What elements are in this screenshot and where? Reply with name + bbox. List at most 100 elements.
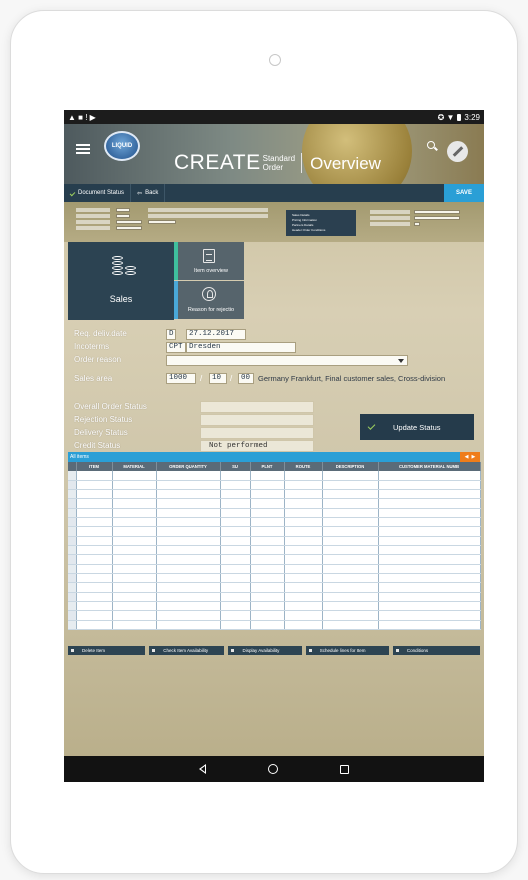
table-cell[interactable] [322,554,379,565]
table-cell[interactable] [250,564,285,574]
document-status-button[interactable]: Document Status [64,184,132,202]
table-cell[interactable] [322,573,379,584]
table-cell[interactable] [284,480,323,491]
row-selector[interactable] [68,517,77,528]
table-cell[interactable] [156,601,221,612]
table-cell[interactable] [284,508,323,519]
order-reason-select[interactable] [166,355,408,366]
table-row[interactable] [68,573,481,584]
table-cell[interactable] [250,480,285,491]
row-selector[interactable] [68,564,77,574]
table-cell[interactable] [220,620,251,630]
row-selector[interactable] [68,508,77,519]
table-cell[interactable] [76,610,113,621]
table-cell[interactable] [378,592,481,602]
table-cell[interactable] [284,545,323,556]
table-cell[interactable] [284,489,323,500]
table-cell[interactable] [220,489,251,500]
table-cell[interactable] [112,471,157,481]
col-order-quantity[interactable]: ORDER QUANTITY [156,462,221,471]
table-row[interactable] [68,620,481,630]
distribution-channel-field[interactable]: 10 [209,373,227,384]
table-cell[interactable] [284,601,323,612]
table-cell[interactable] [322,564,379,574]
table-cell[interactable] [112,489,157,500]
table-cell[interactable] [220,498,251,509]
table-cell[interactable] [322,582,379,593]
table-cell[interactable] [378,545,481,556]
table-row[interactable] [68,498,481,509]
table-cell[interactable] [156,592,221,602]
chevron-right-icon[interactable]: ▶ [472,452,476,462]
table-cell[interactable] [76,508,113,519]
table-row[interactable] [68,554,481,565]
table-cell[interactable] [250,620,285,630]
table-cell[interactable] [112,554,157,565]
table-cell[interactable] [322,498,379,509]
table-cell[interactable] [112,498,157,509]
nav-link-sales-details[interactable]: Sales Details [292,213,310,217]
division-field[interactable]: 00 [238,373,254,384]
row-selector[interactable] [68,536,77,547]
table-cell[interactable] [322,526,379,537]
table-cell[interactable] [112,508,157,519]
search-icon[interactable] [427,141,435,149]
table-cell[interactable] [156,517,221,528]
col-plant[interactable]: PLNT [250,462,285,471]
sales-tile[interactable]: Sales [68,242,174,320]
chevron-left-icon[interactable]: ◀ [465,452,469,462]
table-cell[interactable] [322,508,379,519]
table-cell[interactable] [76,573,113,584]
table-cell[interactable] [378,554,481,565]
reason-for-rejection-tile[interactable]: Reason for rejectio [174,281,244,319]
row-selector[interactable] [68,620,77,630]
table-cell[interactable] [112,601,157,612]
table-cell[interactable] [112,526,157,537]
table-cell[interactable] [112,610,157,621]
table-cell[interactable] [250,601,285,612]
table-cell[interactable] [112,582,157,593]
table-cell[interactable] [250,508,285,519]
table-cell[interactable] [250,592,285,602]
row-selector[interactable] [68,471,77,481]
table-cell[interactable] [76,480,113,491]
table-cell[interactable] [112,536,157,547]
table-cell[interactable] [284,536,323,547]
table-cell[interactable] [156,526,221,537]
row-selector[interactable] [68,554,77,565]
table-cell[interactable] [284,610,323,621]
table-cell[interactable] [378,601,481,612]
table-cell[interactable] [76,620,113,630]
table-cell[interactable] [284,592,323,602]
row-selector[interactable] [68,526,77,537]
table-cell[interactable] [156,471,221,481]
nav-link-pricing[interactable]: Pricing Information [292,218,317,222]
table-row[interactable] [68,508,481,519]
table-cell[interactable] [322,601,379,612]
table-cell[interactable] [156,564,221,574]
back-nav-icon[interactable] [199,764,206,774]
incoterms-code-field[interactable]: CPT [166,342,186,353]
nav-link-partners[interactable]: Partners Details [292,223,313,227]
table-cell[interactable] [220,582,251,593]
table-cell[interactable] [284,471,323,481]
table-cell[interactable] [220,536,251,547]
table-cell[interactable] [250,573,285,584]
table-cell[interactable] [76,526,113,537]
table-cell[interactable] [220,480,251,491]
header-field-input[interactable] [414,210,460,214]
table-cell[interactable] [220,610,251,621]
row-selector[interactable] [68,601,77,612]
table-cell[interactable] [156,480,221,491]
table-cell[interactable] [378,489,481,500]
recent-apps-icon[interactable] [340,764,349,774]
table-cell[interactable] [112,573,157,584]
table-cell[interactable] [378,536,481,547]
header-field-input[interactable] [148,220,176,224]
table-cell[interactable] [250,610,285,621]
table-cell[interactable] [378,471,481,481]
table-cell[interactable] [156,582,221,593]
table-cell[interactable] [250,582,285,593]
table-cell[interactable] [378,620,481,630]
sales-org-field[interactable]: 1000 [166,373,196,384]
